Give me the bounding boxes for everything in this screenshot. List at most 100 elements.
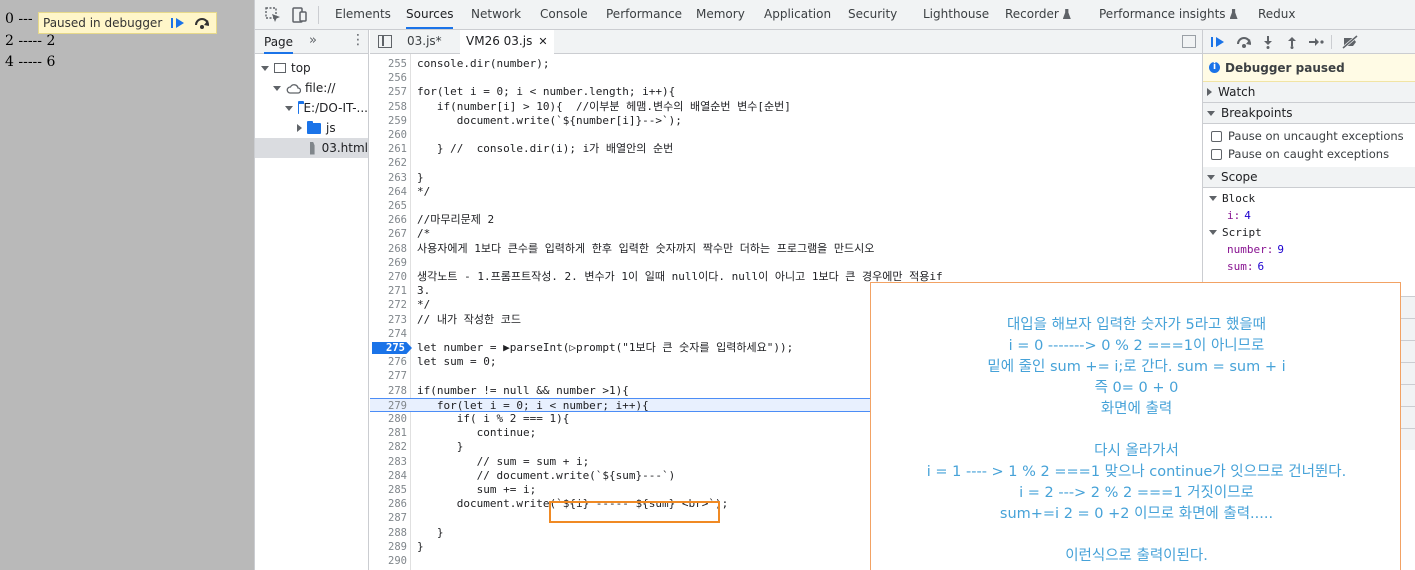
line-number: 273: [388, 313, 407, 326]
pause-uncaught-checkbox[interactable]: [1211, 130, 1222, 142]
editor-tab-03js-modified[interactable]: 03.js*: [407, 30, 442, 53]
editor-tab-vm26[interactable]: VM26 03.js ✕: [460, 30, 554, 54]
pane-watch[interactable]: Watch: [1203, 82, 1415, 103]
pause-caught-checkbox[interactable]: [1211, 148, 1222, 160]
pause-caught-row[interactable]: Pause on caught exceptions: [1203, 145, 1415, 163]
tree-item-label: js: [326, 121, 336, 135]
breakpoint-marker[interactable]: 275: [372, 342, 412, 354]
debugger-paused-title: Debugger paused: [1225, 60, 1345, 75]
toggle-navigator-icon[interactable]: [378, 35, 392, 48]
scope-var-key: sum:: [1227, 260, 1254, 273]
file-navigator: Page » ⋮ top file:// E:/DO-IT-... js 03.…: [255, 30, 369, 570]
tab-lighthouse[interactable]: Lighthouse: [923, 0, 989, 29]
tab-performance-insights[interactable]: Performance insights: [1099, 0, 1238, 29]
deactivate-breakpoints-icon[interactable]: [1341, 33, 1359, 51]
code-line[interactable]: 260: [370, 128, 1202, 142]
line-number: 272: [388, 299, 407, 312]
tree-item-top[interactable]: top: [255, 58, 368, 78]
line-number: 284: [388, 469, 407, 482]
pane-scope[interactable]: Scope: [1203, 167, 1415, 188]
tab-page[interactable]: Page: [264, 35, 294, 54]
device-toolbar-icon[interactable]: [289, 5, 309, 25]
code-line[interactable]: 266 //마무리문제 2: [370, 213, 1202, 227]
code-line[interactable]: 257 for(let i = 0; i < number.length; i++…: [370, 85, 1202, 99]
scope-var-i[interactable]: i: 4: [1203, 207, 1415, 224]
note-line: 대입을 해보자 입력한 숫자가 5라고 했을때: [1006, 317, 1267, 333]
line-number: 288: [388, 526, 407, 539]
step-out-icon[interactable]: [1283, 33, 1301, 51]
code-line[interactable]: 269: [370, 256, 1202, 270]
tab-network[interactable]: Network: [471, 0, 521, 29]
kebab-menu-icon[interactable]: ⋮: [351, 32, 365, 48]
tab-memory[interactable]: Memory: [696, 0, 745, 29]
toggle-debugger-sidebar-icon[interactable]: [1182, 35, 1196, 48]
line-number: 280: [388, 413, 407, 425]
note-line: sum+=i 2 = 0 +2 이므로 화면에 출력.....: [999, 506, 1274, 522]
collapse-arrow-icon: [297, 124, 302, 132]
scope-var-value: 6: [1257, 260, 1265, 273]
expand-arrow-icon: [1209, 196, 1217, 201]
note-line: i = 2 ---> 2 % 2 ===1 거짓이므로: [1019, 485, 1254, 501]
more-tabs-icon[interactable]: »: [309, 33, 317, 48]
tab-elements[interactable]: Elements: [335, 0, 391, 29]
tab-performance[interactable]: Performance: [606, 0, 682, 29]
step-into-icon[interactable]: [1259, 33, 1277, 51]
line-number: 282: [388, 441, 407, 454]
tab-sources[interactable]: Sources: [406, 0, 454, 29]
tree-item-folder[interactable]: E:/DO-IT-...: [255, 98, 368, 118]
code-line[interactable]: 267 /*: [370, 227, 1202, 241]
paused-page-viewport: 0 --- 2 ----- 2 4 ----- 6 Paused in debu…: [0, 0, 254, 570]
code-line[interactable]: 263}: [370, 171, 1202, 185]
paused-in-debugger-overlay: Paused in debugger: [38, 12, 218, 34]
code-line[interactable]: 259 document.write(`${number[i]}-->`);: [370, 114, 1202, 128]
tab-application[interactable]: Application: [764, 0, 831, 29]
code-text: 3.: [417, 284, 431, 298]
line-number: 286: [388, 498, 407, 511]
scope-var-value: 4: [1244, 209, 1251, 222]
step-icon[interactable]: [1307, 33, 1325, 51]
code-text: for(let i = 0; i < number.length; i++){: [417, 85, 676, 99]
code-line[interactable]: 262: [370, 156, 1202, 170]
step-over-icon[interactable]: [1235, 33, 1253, 51]
experiment-flask-icon: [1229, 9, 1238, 19]
tab-redux[interactable]: Redux: [1258, 0, 1296, 29]
tree-item-file-origin[interactable]: file://: [255, 78, 368, 98]
resume-icon[interactable]: [168, 14, 188, 32]
experiment-flask-icon: [1062, 9, 1071, 19]
close-tab-icon[interactable]: ✕: [538, 35, 547, 48]
expand-arrow-icon: [285, 105, 293, 111]
step-over-icon[interactable]: [192, 14, 212, 32]
tab-console[interactable]: Console: [540, 0, 588, 29]
code-line[interactable]: 264 */: [370, 185, 1202, 199]
info-icon: i: [1209, 62, 1220, 73]
pane-title: Watch: [1218, 85, 1256, 99]
pane-breakpoints[interactable]: Breakpoints: [1203, 103, 1415, 124]
scope-var-number[interactable]: number: 9: [1203, 241, 1415, 258]
resume-icon[interactable]: [1209, 33, 1227, 51]
code-text: // 내가 작성한 코드: [417, 312, 521, 326]
tree-item-html-file[interactable]: 03.html: [255, 138, 368, 158]
cloud-icon: [286, 83, 301, 94]
code-line[interactable]: 265: [370, 199, 1202, 213]
scope-block[interactable]: Block: [1203, 190, 1415, 207]
inspect-element-icon[interactable]: [263, 5, 283, 25]
tab-recorder[interactable]: Recorder: [1005, 0, 1071, 29]
folder-icon: [307, 120, 321, 134]
code-text: let sum = 0;: [417, 355, 497, 369]
tree-item-label: E:/DO-IT-...: [303, 101, 368, 115]
code-text: // sum = sum + i;: [417, 454, 590, 468]
code-line[interactable]: 261 } // console.dir(i); i가 배열안의 순번: [370, 142, 1202, 156]
pause-uncaught-row[interactable]: Pause on uncaught exceptions: [1203, 127, 1415, 145]
code-line[interactable]: 258 if(number[i] > 10){ //이부분 헤맴.변수의 배열순…: [370, 100, 1202, 114]
scope-var-sum[interactable]: sum: 6: [1203, 258, 1415, 275]
editor-tab-label: VM26 03.js: [466, 34, 533, 48]
code-line[interactable]: 256: [370, 71, 1202, 85]
code-line[interactable]: 255 console.dir(number);: [370, 57, 1202, 71]
code-line[interactable]: 268 사용자에게 1보다 큰수를 입력하게 한후 입력한 숫자까지 짝수만 더하…: [370, 242, 1202, 256]
scope-script[interactable]: Script: [1203, 224, 1415, 241]
expand-arrow-icon: [261, 65, 269, 71]
tree-item-js-folder[interactable]: js: [255, 118, 368, 138]
frame-icon: [274, 63, 286, 73]
file-icon: [310, 141, 315, 155]
tab-security[interactable]: Security: [848, 0, 897, 29]
